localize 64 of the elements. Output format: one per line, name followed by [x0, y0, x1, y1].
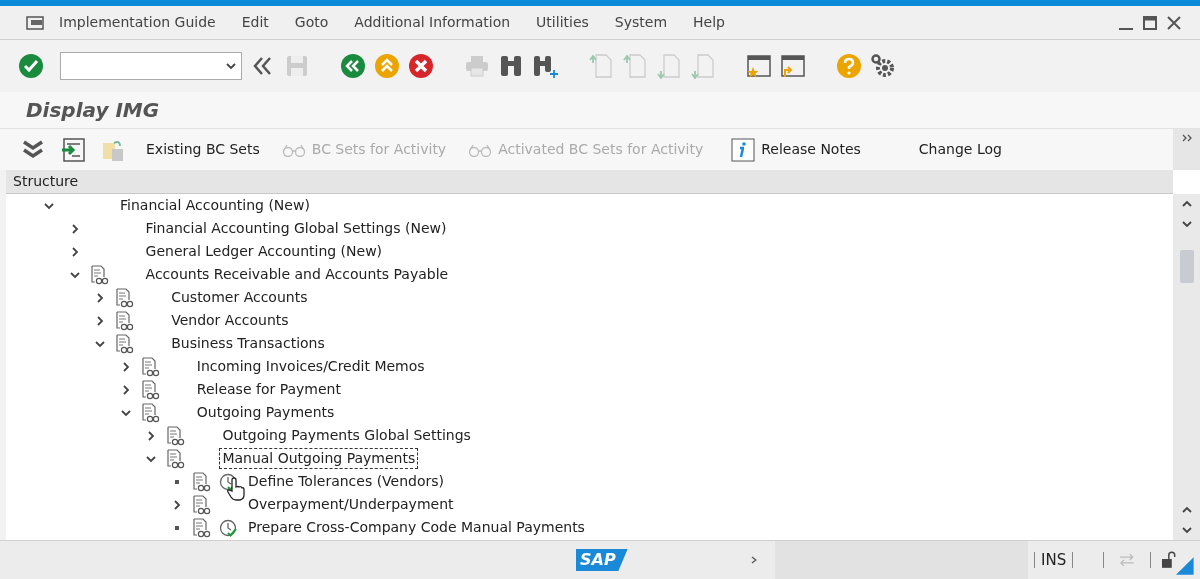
- tree-node[interactable]: Customer Accounts: [168, 287, 311, 308]
- toolbar-button[interactable]: Existing BC Sets: [146, 139, 260, 160]
- document-glasses-icon: [141, 379, 160, 400]
- menu-item[interactable]: Edit: [241, 12, 269, 33]
- glasses-icon: [281, 142, 306, 157]
- tree-node[interactable]: Manual Outgoing Payments: [219, 448, 419, 469]
- scroll-down-icon[interactable]: [1180, 218, 1193, 230]
- menu-item[interactable]: Implementation Guide: [59, 12, 216, 33]
- menu-icon[interactable]: [26, 15, 44, 30]
- menu-item[interactable]: Utilities: [536, 12, 589, 33]
- tree-node[interactable]: Overpayment/Underpayment: [245, 494, 457, 515]
- command-field[interactable]: [60, 52, 242, 80]
- document-glasses-icon: [116, 333, 135, 354]
- tree-node[interactable]: Financial Accounting Global Settings (New): [142, 218, 450, 239]
- document-glasses-icon: [141, 356, 160, 377]
- tree-node[interactable]: Define Tolerances (Vendors): [245, 471, 448, 492]
- resize-grip-icon: [1176, 557, 1195, 575]
- column-header: Structure: [6, 170, 1173, 194]
- tree-node[interactable]: Prepare Cross-Company Code Manual Payments: [245, 517, 588, 538]
- glasses-icon: [468, 142, 493, 157]
- clock-check-icon[interactable]: [219, 518, 237, 537]
- expand-chevron-icon[interactable]: [171, 498, 183, 511]
- document-glasses-icon: [193, 494, 211, 515]
- cancel-icon[interactable]: [408, 53, 434, 79]
- maximize-icon[interactable]: [1142, 14, 1158, 31]
- document-glasses-icon: [193, 471, 211, 492]
- unlocked-padlock-icon[interactable]: [1160, 551, 1177, 569]
- tree-node[interactable]: Accounts Receivable and Accounts Payable: [142, 264, 452, 285]
- input-mode: INS: [1041, 549, 1067, 571]
- document-glasses-icon: [116, 287, 135, 308]
- scrollbar-thumb[interactable]: [1179, 250, 1194, 283]
- document-glasses-icon: [167, 448, 186, 469]
- confirm-icon[interactable]: [18, 53, 44, 79]
- close-icon[interactable]: [1166, 14, 1182, 31]
- menu-item[interactable]: Goto: [294, 12, 329, 33]
- tree-node[interactable]: Outgoing Payments: [193, 402, 338, 423]
- hand-cursor-icon: [226, 477, 246, 501]
- tree-node[interactable]: Business Transactions: [168, 333, 328, 354]
- tree-node[interactable]: Incoming Invoices/Credit Memos: [193, 356, 428, 377]
- dropdown-chevron-icon[interactable]: [225, 60, 237, 72]
- settings-icon[interactable]: [870, 53, 896, 79]
- more-icon[interactable]: [1180, 133, 1193, 143]
- info-icon: [731, 137, 756, 162]
- document-glasses-icon: [141, 402, 160, 423]
- document-glasses-icon: [116, 310, 135, 331]
- bullet-icon: [175, 525, 179, 530]
- toolbar-button[interactable]: Change Log: [918, 139, 1002, 160]
- tree-node[interactable]: Financial Accounting (New): [117, 195, 313, 216]
- back-icon[interactable]: [340, 53, 366, 79]
- bullet-icon: [175, 479, 179, 484]
- menu-item[interactable]: System: [614, 12, 668, 33]
- toolbar-button[interactable]: Release Notes: [731, 137, 861, 162]
- menu-item[interactable]: Help: [693, 12, 725, 33]
- tree-node[interactable]: Release for Payment: [193, 379, 344, 400]
- tree-node[interactable]: General Ledger Accounting (New): [142, 241, 386, 262]
- screen-title: Display IMG: [26, 97, 160, 124]
- document-glasses-icon: [193, 517, 211, 538]
- tree-node[interactable]: Vendor Accounts: [168, 310, 292, 331]
- document-glasses-icon: [167, 425, 186, 446]
- document-glasses-icon: [90, 264, 109, 285]
- scroll-down-icon[interactable]: [1180, 524, 1193, 536]
- menu-item[interactable]: Additional Information: [354, 12, 511, 33]
- tree-node[interactable]: Outgoing Payments Global Settings: [219, 425, 474, 446]
- sap-logo: SAP: [576, 549, 628, 571]
